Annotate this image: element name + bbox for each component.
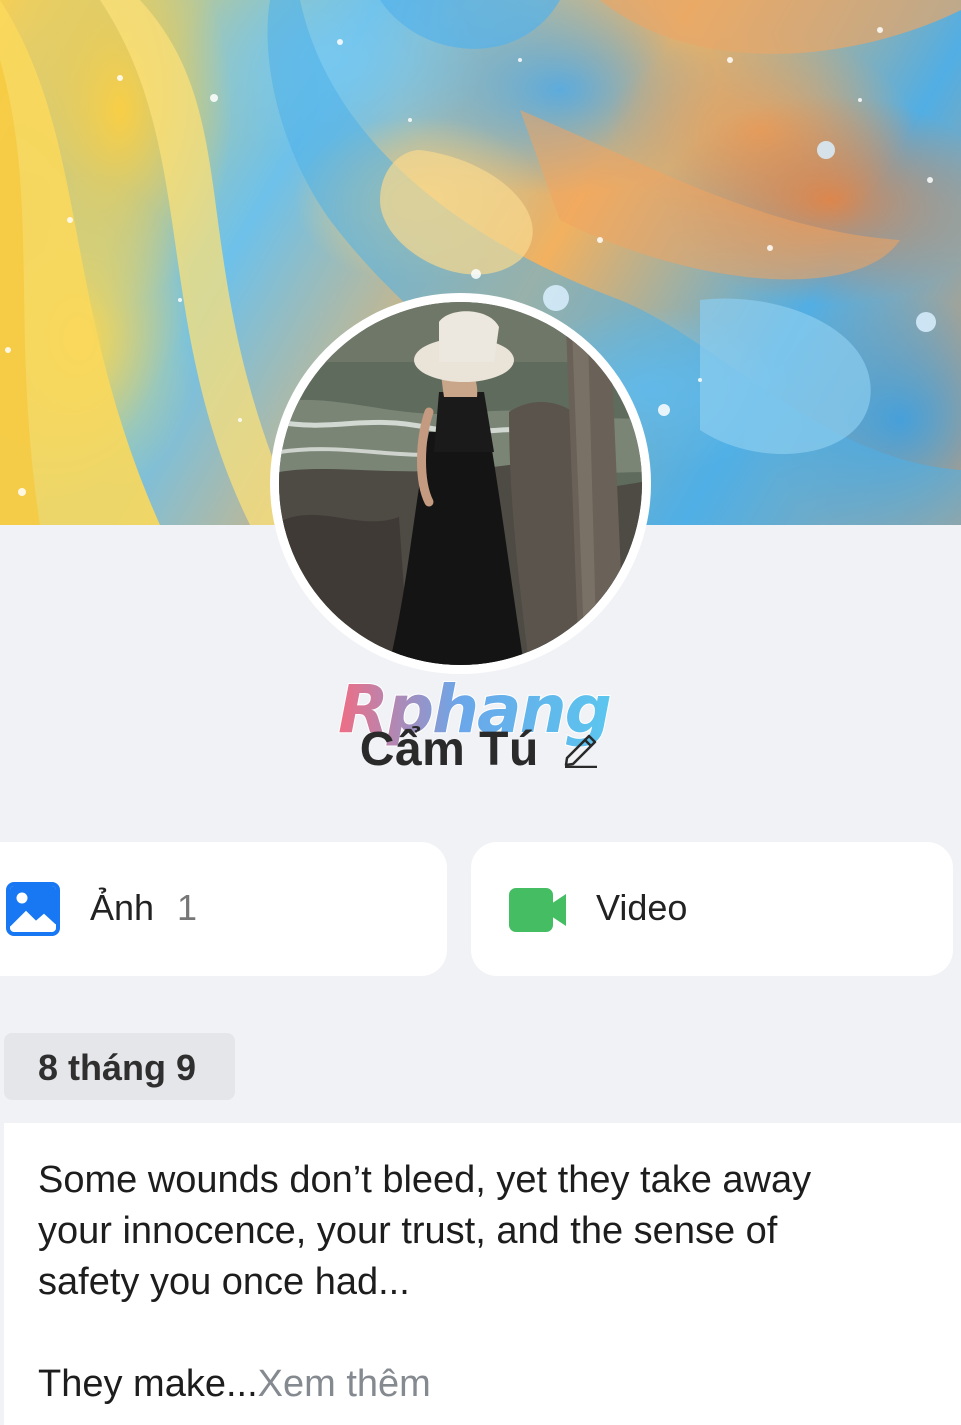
see-more-link[interactable]: Xem thêm: [258, 1363, 431, 1405]
post-line: safety you once had...: [38, 1261, 410, 1303]
videos-label: Video: [596, 887, 688, 928]
post-date: 8 tháng 9: [38, 1047, 197, 1088]
profile-avatar[interactable]: [279, 302, 642, 665]
post-line: Some wounds don’t bleed, yet they take a…: [38, 1159, 812, 1201]
photo-icon: [6, 882, 60, 936]
profile-avatar-frame[interactable]: [270, 293, 651, 674]
post-text: Some wounds don’t bleed, yet they take a…: [38, 1155, 928, 1410]
videos-card[interactable]: Video: [471, 842, 953, 976]
video-camera-icon: [509, 888, 566, 932]
profile-name-row: Cẩm Tú: [0, 722, 961, 784]
photos-card[interactable]: Ảnh 1: [0, 842, 447, 976]
post-teaser-line: They make...Xem thêm: [38, 1359, 928, 1410]
profile-name: Cẩm Tú: [359, 723, 539, 776]
photos-label: Ảnh: [90, 887, 155, 928]
post-line: your innocence, your trust, and the sens…: [38, 1210, 778, 1252]
edit-pencil-icon[interactable]: [561, 728, 601, 768]
post-teaser: They make...: [38, 1363, 258, 1405]
post-date-chip: 8 tháng 9: [4, 1033, 235, 1100]
photos-count: 1: [177, 887, 198, 928]
avatar-photo: [279, 302, 642, 665]
post-card[interactable]: Some wounds don’t bleed, yet they take a…: [4, 1123, 961, 1425]
